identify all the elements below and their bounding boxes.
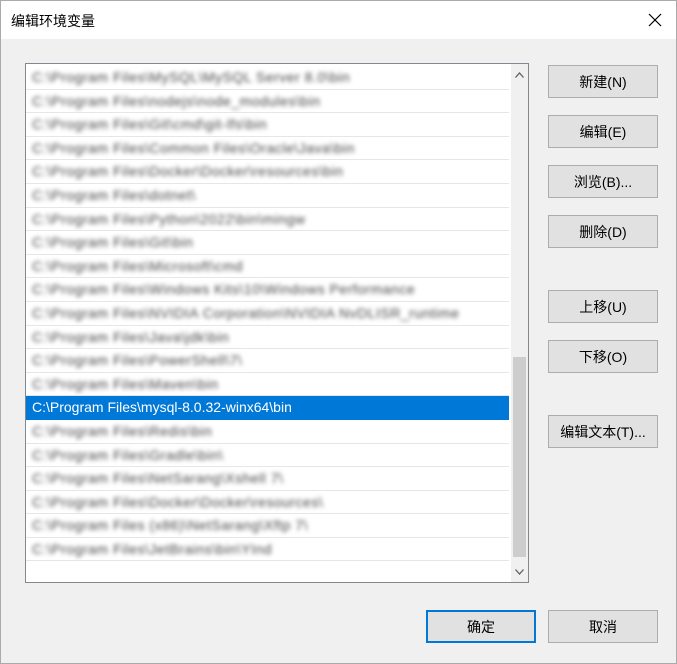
list-item[interactable]: C:\Program Files\Docker\Docker\resources… (26, 491, 509, 515)
list-item-text: C:\Program Files\Git\bin (32, 234, 194, 251)
list-item[interactable]: C:\Program Files\NetSarang\Xshell 7\ (26, 467, 509, 491)
list-item-text: C:\Program Files\Redis\bin (32, 422, 213, 439)
list-item[interactable]: C:\Program Files\dotnet\ (26, 184, 509, 208)
move-up-button[interactable]: 上移(U) (548, 290, 658, 323)
new-button[interactable]: 新建(N) (548, 65, 658, 98)
list-item-text: C:\Program Files\Docker\Docker\resources… (32, 163, 344, 180)
list-item-text: C:\Program Files\Docker\Docker\resources… (32, 493, 324, 510)
scroll-thumb[interactable] (513, 357, 526, 557)
cancel-button[interactable]: 取消 (548, 610, 658, 643)
list-item-text: C:\Program Files\nodejs\node_modules\bin (32, 92, 321, 109)
close-icon (648, 13, 662, 27)
list-item-text: C:\Program Files\Common Files\Oracle\Jav… (32, 139, 355, 156)
path-list-items: C:\Program Files\MySQL\MySQL Server 8.0\… (26, 66, 509, 562)
browse-button[interactable]: 浏览(B)... (548, 165, 658, 198)
list-item-selected[interactable]: C:\Program Files\mysql-8.0.32-winx64\bin (26, 396, 509, 420)
list-item[interactable]: C:\Program Files\JetBrains\bin\YInd (26, 538, 509, 562)
edit-environment-variable-dialog: 编辑环境变量 C:\Program Files\MySQL\MySQL Serv… (0, 0, 677, 664)
list-item-text: C:\Program Files\NetSarang\Xshell 7\ (32, 470, 284, 487)
list-item[interactable]: C:\Program Files\Java\jdk\bin (26, 326, 509, 350)
list-item[interactable]: C:\Program Files\Git\bin (26, 231, 509, 255)
delete-button[interactable]: 删除(D) (548, 215, 658, 248)
list-item[interactable]: C:\Program Files\Python\2022\bin\mingw (26, 208, 509, 232)
list-item-text: C:\Program Files\Java\jdk\bin (32, 328, 230, 345)
chevron-up-icon (515, 71, 524, 78)
list-item-text: C:\Program Files\PowerShell\7\ (32, 352, 243, 369)
dialog-title: 编辑环境变量 (11, 13, 95, 29)
list-item-text: C:\Program Files\NVIDIA Corporation\NVID… (32, 304, 460, 321)
list-item-text: C:\Program Files\Microsoft\cmd (32, 257, 244, 274)
list-item-text: C:\Program Files\mysql-8.0.32-winx64\bin (32, 399, 292, 416)
list-item[interactable]: C:\Program Files\NVIDIA Corporation\NVID… (26, 302, 509, 326)
list-item-text: C:\Program Files (x86)\NetSarang\Xftp 7\ (32, 517, 308, 534)
move-down-button[interactable]: 下移(O) (548, 340, 658, 373)
scroll-down-button[interactable] (511, 563, 528, 580)
list-item[interactable]: C:\Program Files\Git\cmd\git-lfs\bin (26, 113, 509, 137)
edit-text-button[interactable]: 编辑文本(T)... (548, 415, 658, 448)
list-item[interactable]: C:\Program Files\PowerShell\7\ (26, 349, 509, 373)
list-item[interactable]: C:\Program Files\nodejs\node_modules\bin (26, 90, 509, 114)
list-item-text: C:\Program Files\Maven\bin (32, 375, 219, 392)
list-item-text: C:\Program Files\Git\cmd\git-lfs\bin (32, 116, 268, 133)
list-item[interactable]: C:\Program Files\Maven\bin (26, 373, 509, 397)
list-item-text: C:\Program Files\Python\2022\bin\mingw (32, 210, 306, 227)
list-item-text: C:\Program Files\MySQL\MySQL Server 8.0\… (32, 69, 351, 85)
list-item[interactable]: C:\Program Files\Docker\Docker\resources… (26, 160, 509, 184)
close-button[interactable] (640, 5, 670, 35)
list-item[interactable]: C:\Program Files\Gradle\bin\ (26, 444, 509, 468)
list-item-text: C:\Program Files\JetBrains\bin\YInd (32, 540, 273, 557)
list-item[interactable]: C:\Program Files\Common Files\Oracle\Jav… (26, 137, 509, 161)
list-item[interactable]: C:\Program Files\Windows Kits\10\Windows… (26, 278, 509, 302)
path-list[interactable]: C:\Program Files\MySQL\MySQL Server 8.0\… (25, 63, 529, 583)
vertical-scrollbar[interactable] (511, 64, 528, 582)
list-item-text: C:\Program Files\Windows Kits\10\Windows… (32, 281, 416, 298)
title-bar: 编辑环境变量 (1, 1, 676, 39)
list-item[interactable]: C:\Program Files\Microsoft\cmd (26, 255, 509, 279)
list-item-text: C:\Program Files\Gradle\bin\ (32, 446, 224, 463)
list-item[interactable]: C:\Program Files (x86)\NetSarang\Xftp 7\ (26, 514, 509, 538)
ok-button[interactable]: 确定 (426, 610, 536, 643)
scroll-up-button[interactable] (511, 66, 528, 83)
edit-button[interactable]: 编辑(E) (548, 115, 658, 148)
list-item-text: C:\Program Files\dotnet\ (32, 186, 196, 203)
list-item[interactable]: C:\Program Files\MySQL\MySQL Server 8.0\… (26, 66, 509, 90)
chevron-down-icon (515, 568, 524, 575)
list-item[interactable]: C:\Program Files\Redis\bin (26, 420, 509, 444)
